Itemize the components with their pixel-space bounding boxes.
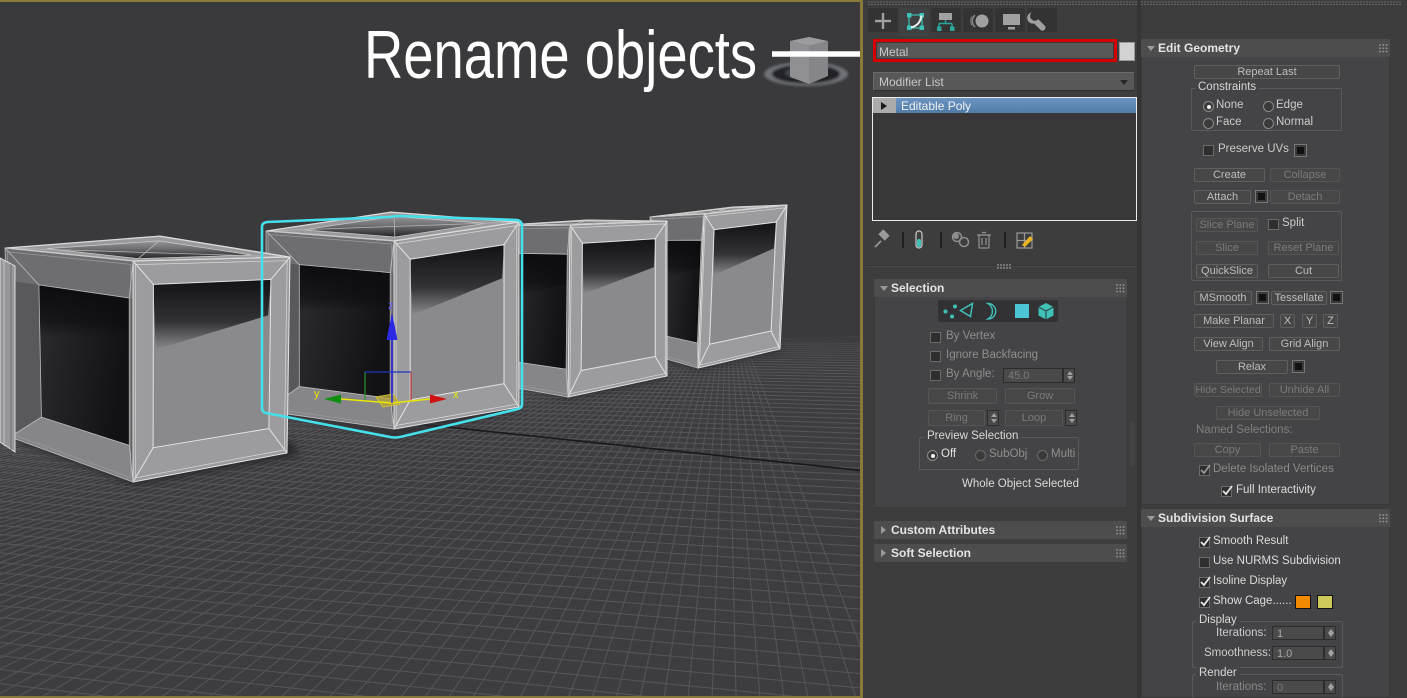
svg-text:y: y [314,388,320,400]
svg-text:x: x [453,389,459,401]
svg-text:z: z [388,300,394,312]
